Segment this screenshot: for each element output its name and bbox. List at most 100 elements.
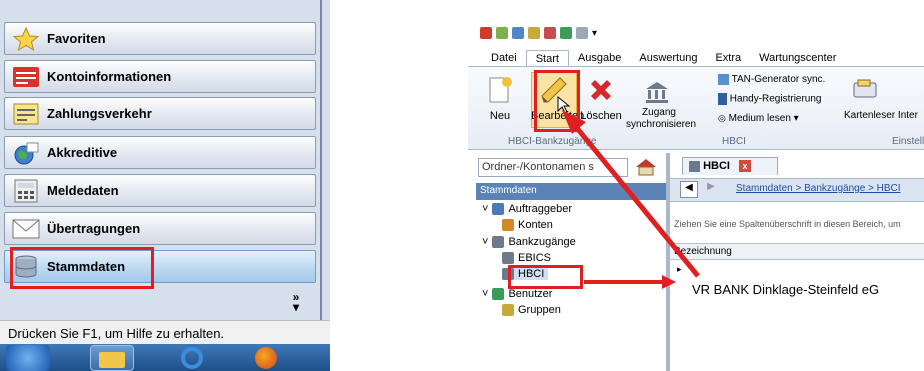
doc-tab-label: HBCI [703, 160, 730, 172]
qat-open-icon[interactable] [528, 27, 540, 39]
new-document-icon [489, 77, 512, 103]
tab-extra[interactable]: Extra [706, 50, 750, 67]
tree-item-auftraggeber[interactable]: ˅ Auftraggeber [482, 203, 572, 215]
ribbon-tabs: Datei Start Ausgabe Auswertung Extra War… [482, 50, 845, 67]
tree-label: Auftraggeber [508, 203, 573, 215]
expand-chevron-icon: ˅ [482, 288, 489, 300]
qat-help-icon[interactable] [576, 27, 588, 39]
nav-label: Akkreditive [47, 145, 118, 160]
nav-uebertragungen[interactable]: Übertragungen [4, 212, 316, 245]
tree-header: Stammdaten [476, 183, 666, 200]
payments-icon [13, 103, 39, 124]
taskbar [0, 344, 330, 371]
users-icon [492, 288, 505, 300]
medium-label: Medium lesen [728, 113, 791, 124]
tree-label: Konten [518, 219, 553, 231]
expand-chevron-icon: ˅ [482, 236, 489, 248]
handy-registrierung-button[interactable]: Handy-Registrierung [718, 93, 822, 106]
breadcrumb[interactable]: Stammdaten > Bankzugänge > HBCI [736, 183, 901, 194]
app-logo-icon [480, 27, 492, 39]
tan-generator-label: TAN-Generator sync. [731, 74, 826, 86]
qat-print-icon[interactable] [544, 27, 556, 39]
tab-ausgabe[interactable]: Ausgabe [569, 50, 630, 67]
account-icon [502, 219, 514, 231]
tree-item-konten[interactable]: Konten [502, 219, 553, 231]
account-info-icon [13, 66, 39, 87]
tab-auswertung[interactable]: Auswertung [630, 50, 706, 67]
nav-label: Übertragungen [47, 221, 141, 236]
group-einstellungen: Einstell [892, 136, 924, 147]
quick-access-toolbar: ▾ [480, 26, 597, 40]
nav-favoriten[interactable]: Favoriten [4, 22, 316, 55]
tab-start[interactable]: Start [525, 50, 569, 67]
group-icon [502, 304, 514, 316]
tab-wartungscenter[interactable]: Wartungscenter [750, 50, 845, 67]
close-tab-icon[interactable]: x [739, 160, 752, 172]
tree-item-gruppen[interactable]: Gruppen [502, 304, 561, 316]
star-icon [12, 26, 40, 51]
tree-item-ebics[interactable]: EBICS [502, 252, 551, 264]
group-hbci: HBCI [722, 136, 746, 147]
nav-kontoinformationen[interactable]: Kontoinformationen [4, 60, 316, 93]
handy-label: Handy-Registrierung [729, 93, 822, 105]
tree-item-bankzugaenge[interactable]: ˅ Bankzugänge [482, 236, 576, 248]
group-hbci-bankzugaenge: HBCI-Bankzugänge [508, 136, 597, 147]
nav-label: Favoriten [47, 31, 106, 46]
qat-save-icon[interactable] [512, 27, 524, 39]
neu-button[interactable]: Neu [486, 110, 514, 122]
document-tab-hbci[interactable]: HBCI x [682, 157, 778, 175]
envelope-icon [12, 219, 40, 238]
nav-akkreditive[interactable]: Akkreditive [4, 136, 316, 169]
qat-dropdown-icon[interactable]: ▾ [592, 28, 597, 39]
nav-meldedaten[interactable]: Meldedaten [4, 174, 316, 207]
kartenleser-button[interactable]: Kartenleser Inter [844, 110, 924, 122]
bank-icon [502, 252, 514, 264]
highlight-bearbeiten [534, 70, 580, 132]
back-arrow-icon[interactable]: ◀ [680, 181, 698, 198]
group-by-hint: Ziehen Sie eine Spaltenüberschrift in di… [674, 219, 901, 229]
medium-lesen-button[interactable]: ◎ Medium lesen ▾ [718, 112, 799, 125]
more-chevron-icon[interactable]: » ▾ [290, 290, 302, 313]
tree-label: Benutzer [508, 288, 553, 300]
nav-label: Zahlungsverkehr [47, 106, 152, 121]
more-glyph: » [292, 290, 300, 304]
loeschen-button[interactable]: Löschen [580, 110, 622, 122]
tan-generator-icon [718, 74, 729, 85]
column-header-bezeichnung[interactable]: Bezeichnung [670, 243, 924, 260]
tree-label: EBICS [518, 252, 552, 264]
medium-icon: ◎ [718, 113, 726, 123]
internet-explorer-icon[interactable] [170, 345, 214, 371]
handy-icon [718, 93, 727, 105]
folder-search-input[interactable]: Ordner-/Kontonamen s [478, 158, 628, 177]
highlight-hbci-tree [508, 265, 583, 289]
tree-label: Gruppen [518, 304, 561, 316]
tan-generator-button[interactable]: TAN-Generator sync. [718, 74, 825, 86]
nav-label: Meldedaten [47, 183, 119, 198]
highlight-stammdaten [10, 247, 154, 289]
tree-label: Bankzugänge [508, 236, 576, 248]
zugang-synchronisieren-button[interactable]: Zugang synchronisieren [626, 107, 696, 131]
qat-new-icon[interactable] [496, 27, 508, 39]
pane-divider [320, 0, 322, 340]
nav-zahlungsverkehr[interactable]: Zahlungsverkehr [4, 97, 316, 130]
calculator-icon [14, 179, 38, 202]
row-indicator-icon: ▸ [677, 264, 682, 274]
start-orb-icon[interactable] [6, 345, 50, 371]
navigation-pane: Favoriten Kontoinformationen Zahlungsver… [0, 0, 330, 371]
qat-refresh-icon[interactable] [560, 27, 572, 39]
tree-item-benutzer[interactable]: ˅ Benutzer [482, 288, 552, 300]
status-bar: Drücken Sie F1, um Hilfe zu erhalten. [0, 320, 330, 344]
globe-icon [14, 142, 39, 164]
expand-chevron-icon: ˅ [482, 203, 489, 215]
home-icon[interactable] [634, 157, 658, 177]
table-row-bank[interactable]: VR BANK Dinklage-Steinfeld eG [692, 282, 879, 297]
firefox-icon[interactable] [244, 345, 288, 371]
explorer-icon[interactable] [90, 345, 134, 371]
bank-icon [689, 160, 700, 172]
forward-arrow-icon[interactable]: ▶ [702, 181, 720, 198]
bank-sync-icon [646, 82, 668, 103]
tab-datei[interactable]: Datei [482, 50, 526, 67]
nav-label: Kontoinformationen [47, 69, 172, 84]
bank-icon [492, 236, 505, 248]
user-group-icon [492, 203, 505, 215]
